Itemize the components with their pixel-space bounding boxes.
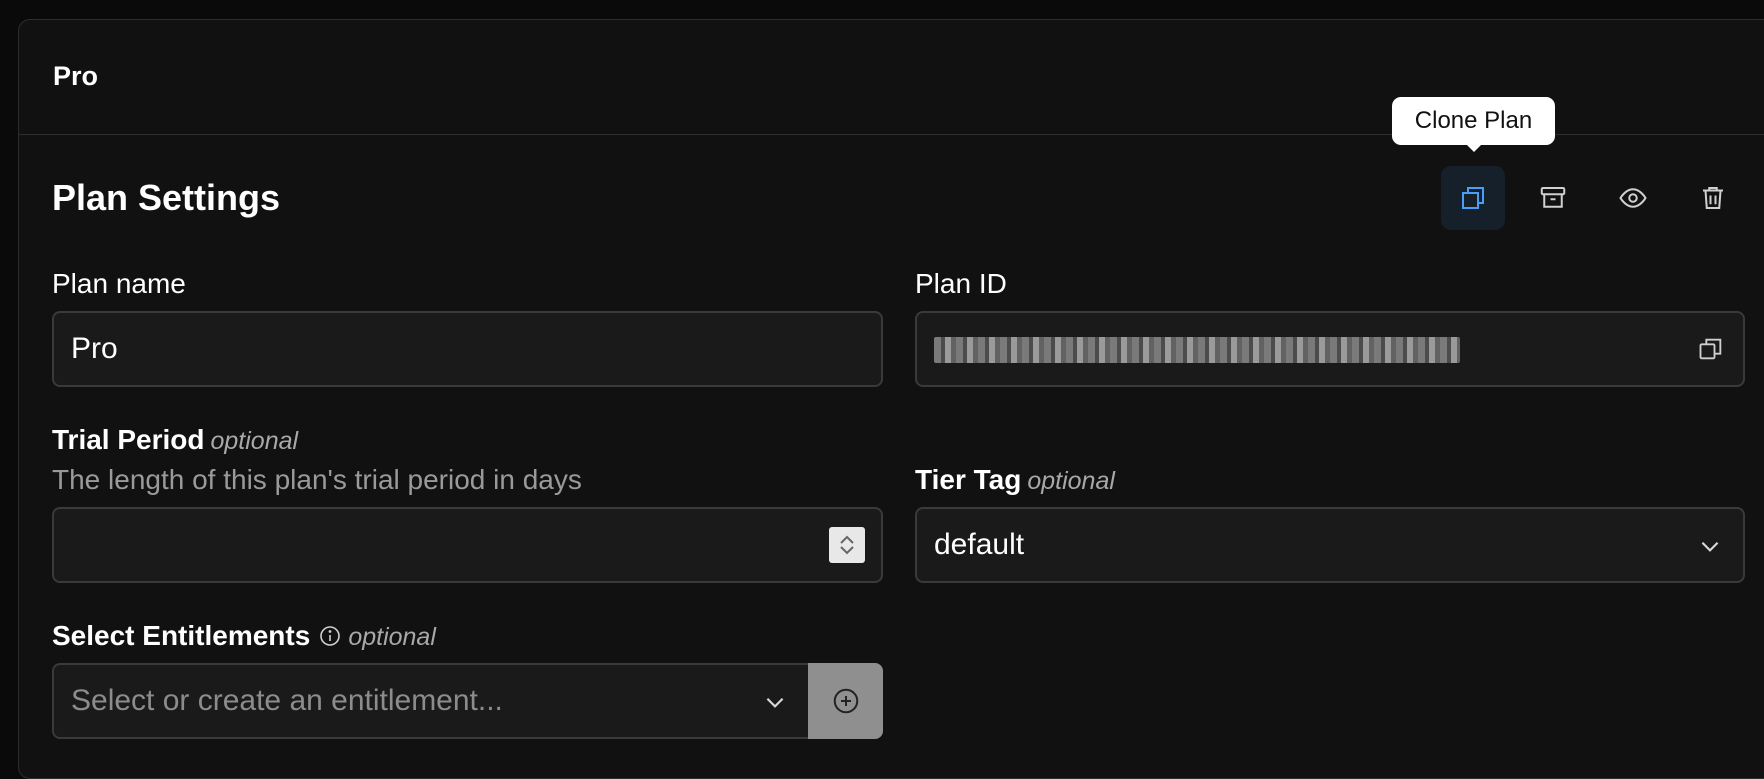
- tier-tag-optional: optional: [1027, 467, 1115, 495]
- archive-plan-button[interactable]: [1521, 166, 1585, 230]
- tier-tag-label: Tier Tag optional: [915, 466, 1115, 494]
- section-title: Plan Settings: [52, 177, 281, 218]
- eye-icon: [1619, 188, 1647, 208]
- clone-plan-tooltip: Clone Plan: [1392, 97, 1555, 152]
- tier-tag-value: default: [934, 528, 1025, 561]
- entitlements-optional: optional: [348, 623, 436, 651]
- clone-plan-button[interactable]: [1441, 166, 1505, 230]
- delete-plan-button[interactable]: [1681, 166, 1745, 230]
- tier-tag-select[interactable]: default: [915, 507, 1745, 583]
- trial-period-label-text: Trial Period: [52, 424, 205, 455]
- trash-icon: [1703, 187, 1723, 209]
- chevron-up-icon[interactable]: [837, 533, 857, 545]
- chevron-down-icon: [1701, 541, 1719, 552]
- plan-id-label: Plan ID: [915, 268, 1007, 299]
- chevron-down-icon: [766, 697, 784, 708]
- trial-period-hint: The length of this plan's trial period i…: [52, 464, 582, 495]
- plan-id-field: [915, 311, 1745, 387]
- info-icon[interactable]: [318, 624, 342, 648]
- plan-id-redacted-value: [934, 337, 1460, 363]
- archive-icon: [1540, 187, 1566, 208]
- trial-period-optional: optional: [210, 427, 299, 455]
- plan-name-label: Plan name: [52, 268, 186, 299]
- tier-tag-label-text: Tier Tag: [915, 464, 1022, 495]
- copy-icon[interactable]: [1697, 335, 1725, 363]
- entitlements-select[interactable]: Select or create an entitlement...: [52, 663, 810, 739]
- entitlements-placeholder: Select or create an entitlement...: [71, 684, 503, 717]
- trial-period-label: Trial Period optional: [52, 426, 298, 454]
- chevron-down-icon[interactable]: [837, 545, 857, 557]
- number-stepper[interactable]: [829, 527, 865, 563]
- plus-circle-icon: [833, 688, 858, 714]
- clone-icon: [1462, 187, 1484, 209]
- preview-plan-button[interactable]: [1601, 166, 1665, 230]
- plan-name-input[interactable]: Pro: [52, 311, 883, 387]
- add-entitlement-button[interactable]: [808, 663, 883, 739]
- entitlements-label: Select Entitlements optional: [52, 622, 436, 650]
- card-title: Pro: [53, 61, 99, 91]
- entitlements-label-text: Select Entitlements: [52, 620, 311, 651]
- trial-period-input[interactable]: [52, 507, 883, 583]
- plan-name-value: Pro: [71, 332, 118, 365]
